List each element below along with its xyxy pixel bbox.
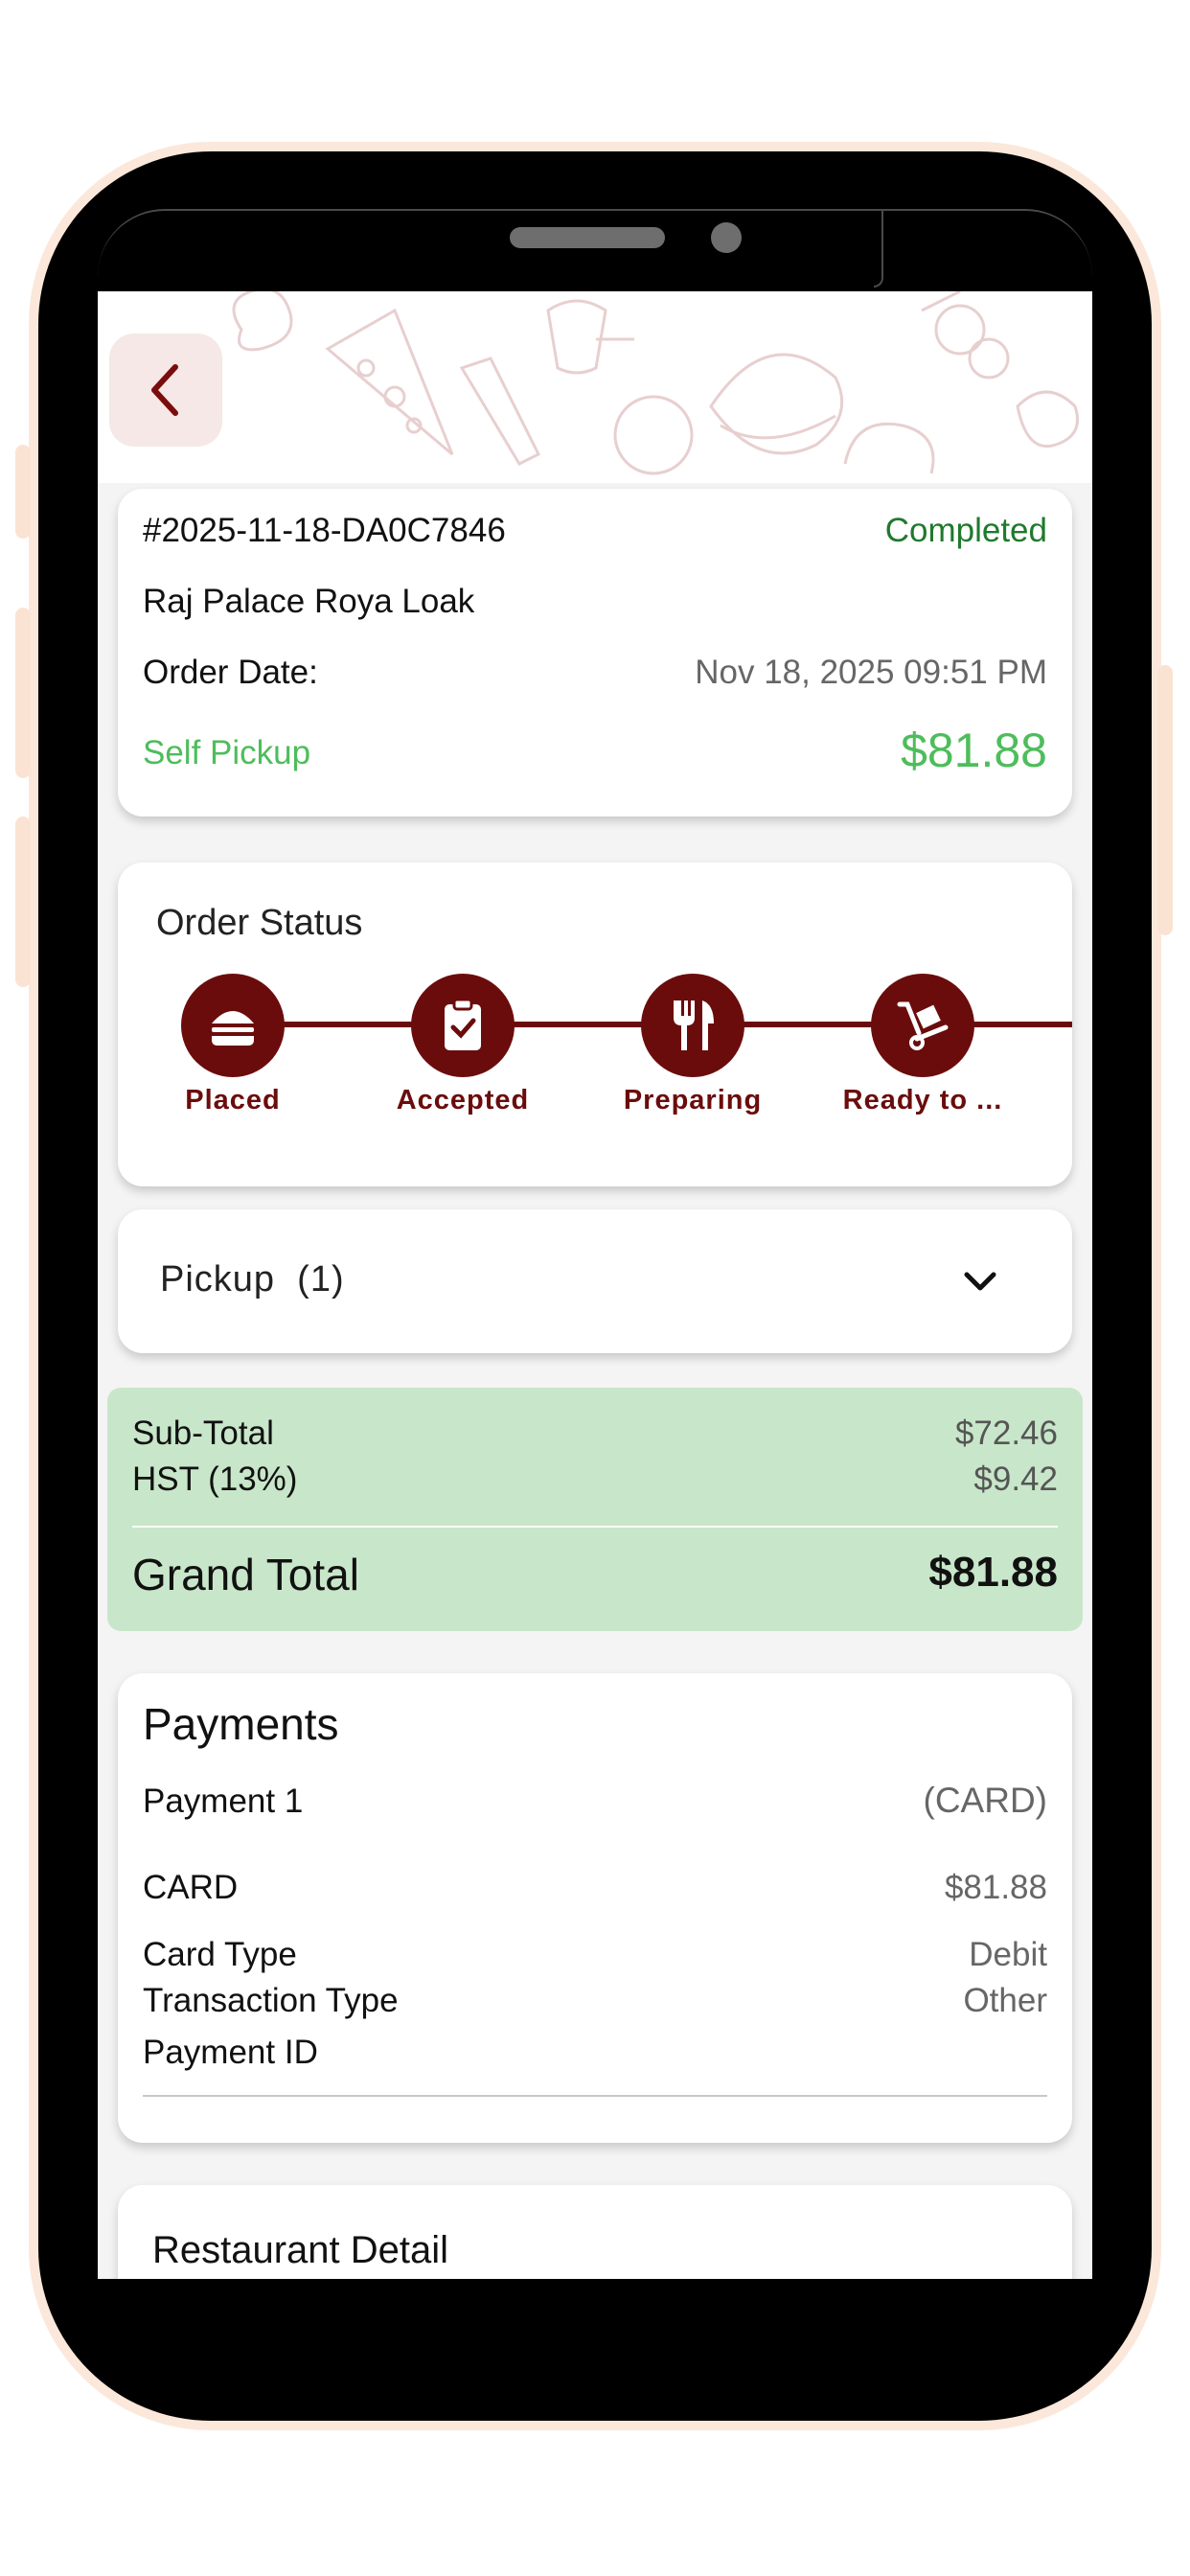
order-status-badge: Completed — [884, 512, 1047, 549]
payments-title: Payments — [143, 1699, 339, 1749]
order-id: #2025-11-18-DA0C7846 — [143, 512, 506, 549]
transaction-type-label: Transaction Type — [143, 1982, 399, 2019]
step-preparing — [641, 974, 744, 1077]
grand-total-label: Grand Total — [132, 1550, 359, 1599]
front-camera — [711, 222, 742, 253]
restaurant-name: Raj Palace Roya Loak — [143, 583, 475, 620]
subtotal-value: $72.46 — [954, 1414, 1058, 1452]
pickup-accordion[interactable]: Pickup (1) — [118, 1209, 1072, 1353]
transaction-type-value: Other — [963, 1982, 1047, 2019]
hand-truck-icon — [897, 1001, 949, 1050]
chevron-down-icon[interactable] — [961, 1267, 999, 1296]
step-label-placed: Placed — [185, 1085, 281, 1116]
order-date-value: Nov 18, 2025 09:51 PM — [695, 654, 1047, 691]
food-pattern-header — [98, 291, 1092, 483]
payment-label: Payment 1 — [143, 1782, 304, 1820]
payments-divider — [143, 2095, 1047, 2097]
side-button-volume-down — [15, 816, 31, 987]
payment-method: (CARD) — [923, 1781, 1047, 1820]
payment-id-label: Payment ID — [143, 2034, 318, 2071]
step-label-preparing: Preparing — [623, 1085, 763, 1116]
pickup-label: Pickup (1) — [160, 1259, 345, 1300]
order-total: $81.88 — [901, 724, 1047, 777]
totals-panel: Sub-Total $72.46 HST (13%) $9.42 Grand T… — [107, 1388, 1083, 1631]
card-type-value: Debit — [969, 1936, 1047, 1973]
side-button-mute — [15, 445, 31, 539]
step-label-accepted: Accepted — [396, 1085, 530, 1116]
step-placed — [181, 974, 285, 1077]
fulfillment-type: Self Pickup — [143, 734, 311, 771]
fork-knife-icon — [674, 1000, 714, 1050]
payment-method-label: CARD — [143, 1869, 239, 1906]
totals-divider — [132, 1526, 1058, 1528]
food-doodle-icon — [232, 291, 1079, 475]
speaker-grille — [510, 227, 665, 248]
tax-label: HST (13%) — [132, 1460, 298, 1498]
card-type-label: Card Type — [143, 1936, 297, 1973]
payments-card: Payments Payment 1 (CARD) CARD $81.88 Ca… — [118, 1673, 1072, 2143]
side-button-power — [1157, 665, 1173, 935]
back-button[interactable] — [109, 334, 222, 447]
restaurant-detail-card: Restaurant Detail — [118, 2185, 1072, 2279]
restaurant-detail-title: Restaurant Detail — [152, 2229, 449, 2271]
app-screen: #2025-11-18-DA0C7846 Completed Raj Palac… — [98, 291, 1092, 2279]
grand-total-value: $81.88 — [928, 1549, 1058, 1596]
subtotal-label: Sub-Total — [132, 1414, 274, 1452]
order-date-label: Order Date: — [143, 654, 318, 691]
chevron-left-icon — [151, 364, 178, 416]
order-status-card: Order Status Placed Accepted Preparing R… — [118, 862, 1072, 1186]
notch — [98, 209, 1092, 297]
order-summary-card[interactable]: #2025-11-18-DA0C7846 Completed Raj Palac… — [118, 489, 1072, 816]
clipboard-check-icon — [445, 998, 481, 1050]
step-ready — [871, 974, 974, 1077]
side-button-volume-up — [15, 608, 31, 778]
tax-value: $9.42 — [973, 1460, 1058, 1498]
order-status-title: Order Status — [156, 903, 363, 943]
payment-method-amount: $81.88 — [944, 1869, 1047, 1906]
step-accepted — [411, 974, 515, 1077]
notch-edge — [874, 209, 883, 288]
step-label-ready: Ready to ... — [842, 1085, 1003, 1116]
burger-icon — [212, 1011, 254, 1046]
